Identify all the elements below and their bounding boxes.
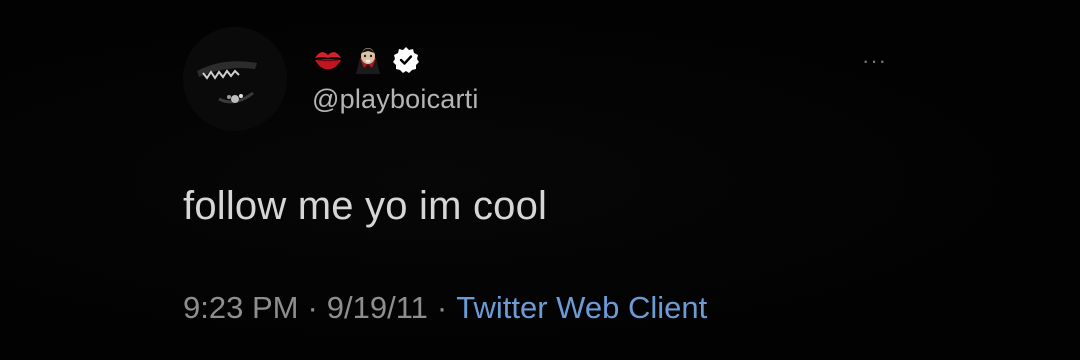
avatar[interactable] [183, 27, 287, 131]
meta-separator: · [307, 290, 318, 325]
meta-separator: · [436, 290, 448, 325]
tweet-metadata: 9:23 PM · 9/19/11 · Twitter Web Client [183, 290, 707, 326]
tweet-time[interactable]: 9:23 PM [183, 290, 298, 326]
vampire-icon [352, 44, 384, 76]
tweet-card: @playboicarti ··· follow me yo im cool 9… [0, 0, 1080, 360]
tweet-source-link[interactable]: Twitter Web Client [456, 290, 707, 326]
more-options-icon[interactable]: ··· [862, 50, 887, 72]
verified-badge-icon [392, 46, 420, 74]
tweet-date[interactable]: 9/19/11 [327, 290, 428, 326]
avatar-image [183, 27, 287, 131]
display-name[interactable] [312, 42, 420, 78]
user-handle[interactable]: @playboicarti [312, 84, 479, 115]
tweet-text: follow me yo im cool [183, 184, 548, 228]
kiss-mark-icon [312, 44, 344, 76]
